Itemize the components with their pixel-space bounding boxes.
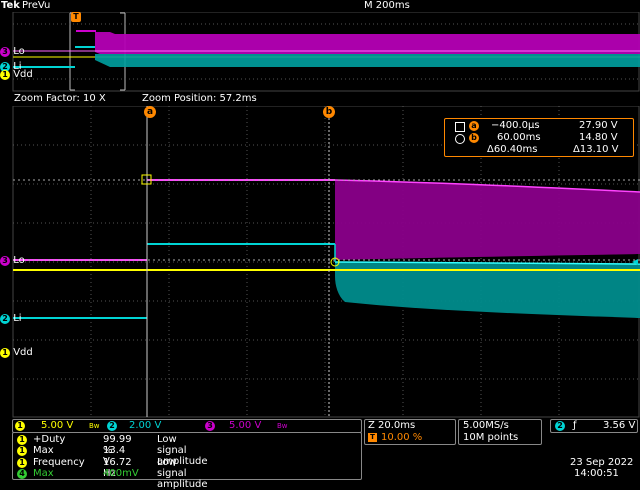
cursor-a-volt: 27.90 V [579,120,618,131]
measurement-row: 4 Max 400mV [17,468,139,479]
preview-waveform[interactable] [0,12,640,92]
measurement-row: 1 Frequency 16.72 Hz Low signal amplitud… [17,457,208,490]
trigger-slope-icon: ƒ [573,420,577,431]
ch2-badge[interactable]: 2 [107,421,117,431]
cursor-a-readout-icon: a [469,121,479,131]
sample-rate: 5.00MS/s [463,420,509,431]
acquisition-box[interactable]: 5.00MS/s 10M points [458,419,542,445]
preview-label-lo: 3 Lo [0,46,25,58]
horizontal-zoom-box[interactable]: Z 20.0ms T 10.00 % [364,419,456,445]
time-label: 14:00:51 [574,468,619,479]
cursor-a-time: −400.0µs [491,120,540,131]
cursor-a-symbol [455,122,465,132]
cursor-b-marker[interactable]: b [323,106,335,118]
cursor-readout[interactable]: a −400.0µs 27.90 V b 60.00ms 14.80 V Δ60… [444,118,634,157]
main-label-li: 2 Li [0,313,22,325]
preview-trigger-marker[interactable]: T [71,12,81,22]
ch3-envelope-main [335,180,640,260]
trigger-position-icon: T [368,433,377,442]
ch2-envelope [95,54,640,67]
cursor-b-symbol [455,134,465,144]
trigger-level: 3.56 V [603,420,636,431]
cursor-b-time: 60.00ms [497,132,541,143]
record-length: 10M points [463,432,519,443]
main-label-vdd: 1 Vdd [0,347,33,359]
ch2-scale[interactable]: 2.00 V [129,420,161,432]
cursor-b-volt: 14.80 V [579,132,618,143]
ch1-bw: Bw [89,422,100,430]
ch3-badge[interactable]: 3 [205,421,215,431]
channel-scale-bar[interactable]: 1 5.00 V Bw 2 2.00 V 3 5.00 V Bw [12,419,362,433]
zoom-info-bar: Zoom Factor: 10 X Zoom Position: 57.2ms [0,93,640,105]
cursor-b-readout-icon: b [469,133,479,143]
brand-label: Tek [1,0,20,11]
cursor-delta-time: Δ60.40ms [487,144,538,155]
ch3-bw: Bw [277,422,288,430]
mode-label: PreVu [22,0,51,11]
trigger-box[interactable]: 2 ƒ 3.56 V [550,419,638,433]
cursor-a-marker[interactable]: a [144,106,156,118]
measurement-row: 1 +Duty 99.99 % Low signal amplitude [17,434,208,467]
trigger-position: 10.00 % [381,432,423,443]
measurements-panel[interactable]: 1 +Duty 99.99 % Low signal amplitude 1 M… [12,432,362,490]
preview-label-vdd: 1 Vdd [0,69,33,81]
zoom-time: Z 20.0ms [368,420,416,431]
ch1-badge[interactable]: 1 [15,421,25,431]
timebase-label: M 200ms [364,0,410,11]
measurement-row: 1 Max 13.4 V [17,445,125,467]
main-label-lo: 3 Lo [0,255,25,267]
top-bar: Tek PreVu M 200ms [0,0,640,12]
zoom-position: Zoom Position: 57.2ms [142,93,257,104]
zoom-factor: Zoom Factor: 10 X [14,93,106,104]
ch3-scale[interactable]: 5.00 V [229,420,261,432]
trigger-source-badge: 2 [555,421,565,431]
cursor-delta-volt: Δ13.10 V [573,144,619,155]
ch1-scale[interactable]: 5.00 V [41,420,73,432]
